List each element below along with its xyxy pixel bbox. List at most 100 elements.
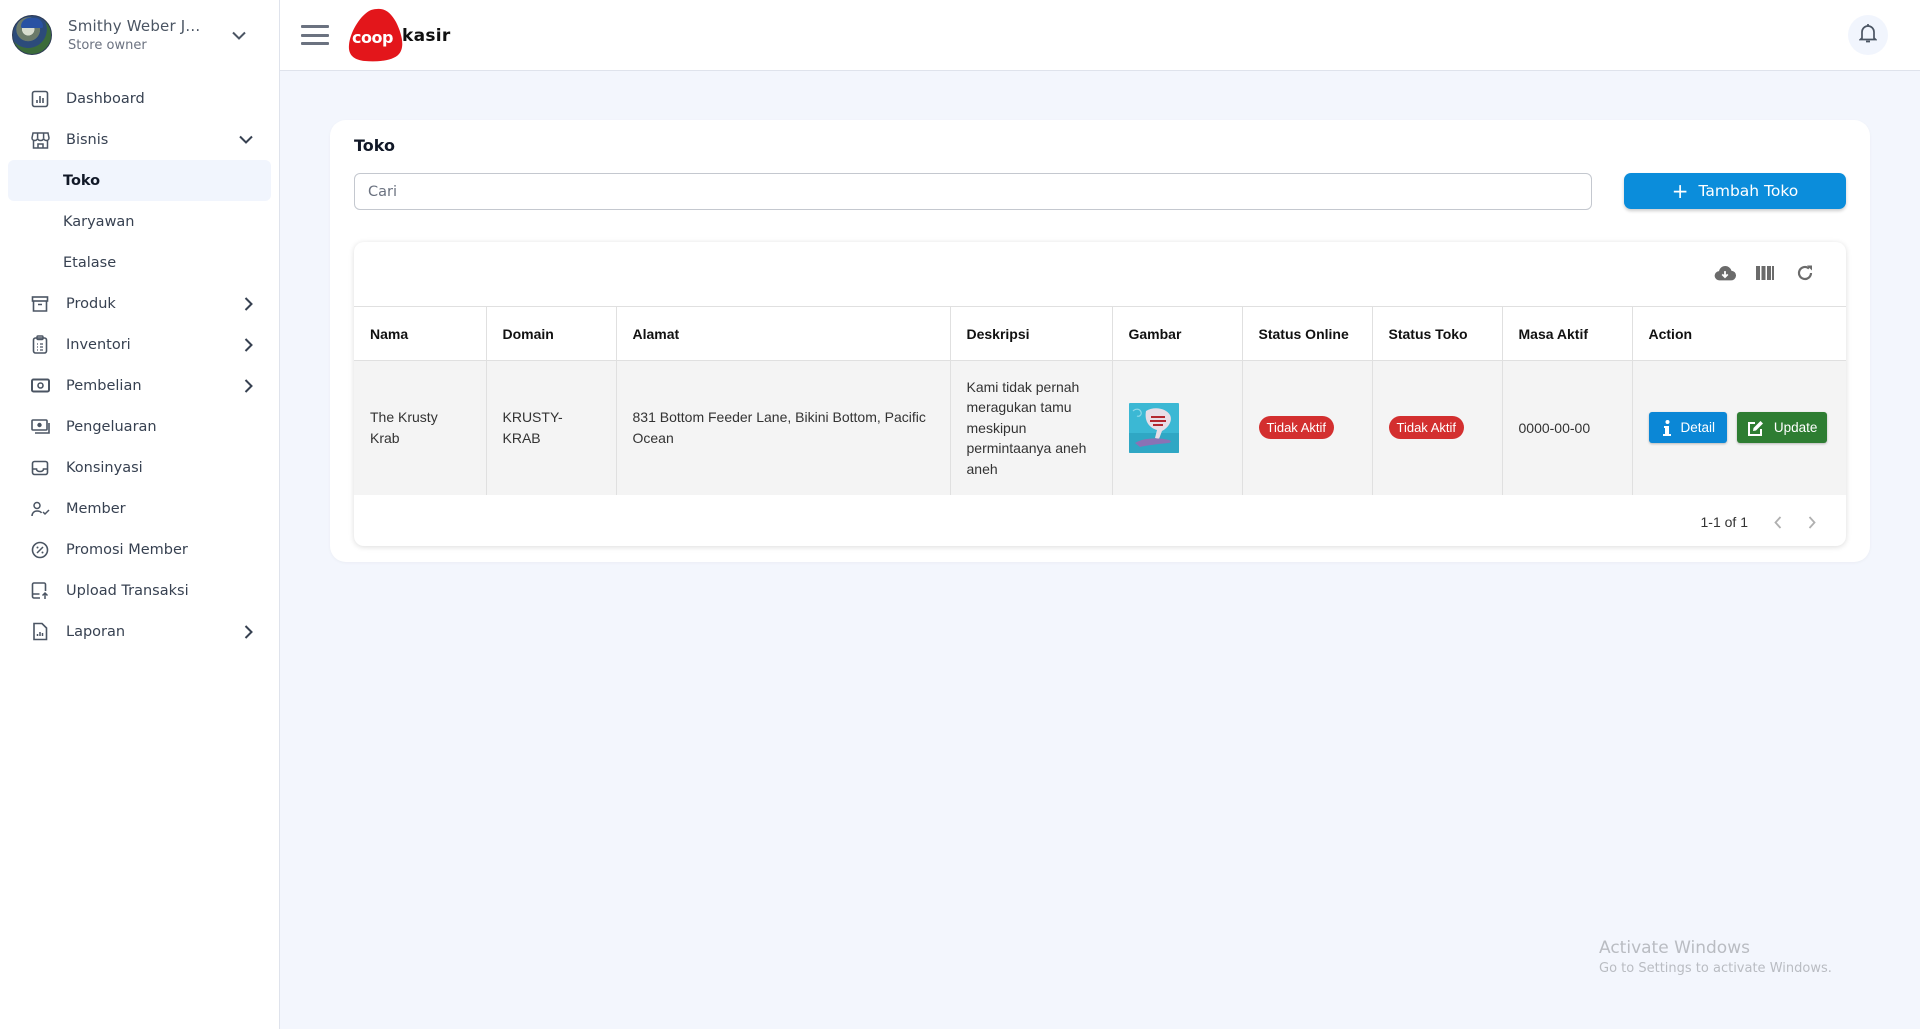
chart-icon <box>30 89 50 109</box>
add-toko-button[interactable]: + Tambah Toko <box>1624 173 1846 209</box>
inbox-icon <box>30 458 50 478</box>
add-toko-label: Tambah Toko <box>1698 182 1799 200</box>
cell-deskripsi: Kami tidak pernah meragukan tamu meskipu… <box>950 360 1113 495</box>
search-input[interactable] <box>354 173 1592 210</box>
table-row: The Krusty Krab KRUSTY-KRAB 831 Bottom F… <box>354 360 1846 495</box>
sidebar-item-promosi-member[interactable]: Promosi Member <box>0 529 279 570</box>
watermark-subtitle: Go to Settings to activate Windows. <box>1599 961 1832 976</box>
sidebar-item-laporan[interactable]: Laporan <box>0 611 279 652</box>
column-header-domain[interactable]: Domain <box>486 306 617 361</box>
cell-status-online: Tidak Aktif <box>1242 360 1373 495</box>
cell-action: Detail Update <box>1632 360 1846 495</box>
avatar <box>12 15 52 55</box>
notification-button[interactable] <box>1848 15 1888 55</box>
column-header-action: Action <box>1632 306 1846 361</box>
chevron-right-icon <box>244 337 253 352</box>
cell-masa-aktif: 0000-00-00 <box>1502 360 1633 495</box>
windows-activation-watermark: Activate Windows Go to Settings to activ… <box>1599 938 1832 976</box>
sidebar-item-label: Promosi Member <box>66 541 188 558</box>
sidebar-item-konsinyasi[interactable]: Konsinyasi <box>0 447 279 488</box>
cell-status-toko: Tidak Aktif <box>1372 360 1503 495</box>
chevron-down-icon[interactable] <box>225 31 253 40</box>
sidebar-nav: Dashboard Bisnis Toko Karyawan Etalase P… <box>0 78 279 652</box>
column-header-masa-aktif[interactable]: Masa Aktif <box>1502 306 1633 361</box>
discount-icon <box>30 540 50 560</box>
sidebar-item-label: Member <box>66 500 126 517</box>
logo[interactable]: coop kasir <box>347 5 451 65</box>
chevron-right-icon <box>1808 515 1816 529</box>
cloud-download-icon[interactable] <box>1714 262 1736 284</box>
cell-nama: The Krusty Krab <box>354 360 487 495</box>
chevron-left-icon <box>1774 515 1782 529</box>
chevron-right-icon <box>244 296 253 311</box>
column-header-status-toko[interactable]: Status Toko <box>1372 306 1503 361</box>
status-toko-badge: Tidak Aktif <box>1388 416 1464 440</box>
sidebar-item-label: Pengeluaran <box>66 418 157 435</box>
column-header-deskripsi[interactable]: Deskripsi <box>950 306 1113 361</box>
sidebar-item-dashboard[interactable]: Dashboard <box>0 78 279 119</box>
sidebar-subitem-karyawan[interactable]: Karyawan <box>8 201 271 242</box>
sidebar-item-produk[interactable]: Produk <box>0 283 279 324</box>
update-label: Update <box>1773 420 1818 436</box>
sidebar-item-upload-transaksi[interactable]: Upload Transaksi <box>0 570 279 611</box>
info-icon <box>1662 419 1671 436</box>
sidebar: Smithy Weber J... Store owner Dashboard … <box>0 0 280 1029</box>
sidebar-item-label: Inventori <box>66 336 131 353</box>
toko-table-container: Nama Domain Alamat Deskripsi Gambar Stat… <box>354 242 1846 546</box>
detail-label: Detail <box>1680 420 1716 436</box>
logo-text-kasir: kasir <box>402 26 451 46</box>
sidebar-item-member[interactable]: Member <box>0 488 279 529</box>
toko-table: Nama Domain Alamat Deskripsi Gambar Stat… <box>354 306 1846 495</box>
table-header-row: Nama Domain Alamat Deskripsi Gambar Stat… <box>354 306 1846 361</box>
hamburger-icon <box>301 25 329 28</box>
sidebar-item-label: Pembelian <box>66 377 142 394</box>
bell-icon <box>1858 23 1878 47</box>
plus-icon: + <box>1671 179 1689 203</box>
chevron-right-icon <box>244 624 253 639</box>
sidebar-item-label: Dashboard <box>66 90 145 107</box>
next-page-button[interactable] <box>1808 515 1816 529</box>
page-title: Toko <box>354 136 395 155</box>
sidebar-item-label: Konsinyasi <box>66 459 143 476</box>
status-online-badge: Tidak Aktif <box>1258 416 1334 440</box>
clipboard-icon <box>30 335 50 355</box>
sidebar-item-bisnis[interactable]: Bisnis <box>0 119 279 160</box>
sidebar-item-label: Laporan <box>66 623 126 640</box>
sidebar-item-pengeluaran[interactable]: Pengeluaran <box>0 406 279 447</box>
user-name: Smithy Weber J... <box>68 17 201 35</box>
column-header-alamat[interactable]: Alamat <box>616 306 951 361</box>
chevron-down-icon <box>239 135 253 144</box>
pagination: 1-1 of 1 <box>1701 514 1816 530</box>
sidebar-item-inventori[interactable]: Inventori <box>0 324 279 365</box>
sidebar-item-label: Produk <box>66 295 116 312</box>
store-icon <box>30 130 50 150</box>
user-role: Store owner <box>68 38 147 53</box>
toko-card: Toko + Tambah Toko Nama Domain Alamat <box>330 120 1870 562</box>
upload-icon <box>30 581 50 601</box>
watermark-title: Activate Windows <box>1599 938 1750 958</box>
column-header-status-online[interactable]: Status Online <box>1242 306 1373 361</box>
sidebar-item-pembelian[interactable]: Pembelian <box>0 365 279 406</box>
pagination-range: 1-1 of 1 <box>1700 514 1748 530</box>
columns-icon[interactable] <box>1754 262 1776 284</box>
chevron-right-icon <box>244 378 253 393</box>
user-check-icon <box>30 499 50 519</box>
menu-toggle-button[interactable] <box>301 25 329 45</box>
update-button[interactable]: Update <box>1736 412 1828 444</box>
cell-gambar <box>1112 360 1243 495</box>
logo-blob: coop <box>347 7 405 63</box>
column-header-nama[interactable]: Nama <box>354 306 487 361</box>
topbar: coop kasir <box>280 0 1920 71</box>
detail-button[interactable]: Detail <box>1648 412 1728 444</box>
column-header-gambar[interactable]: Gambar <box>1112 306 1243 361</box>
sidebar-subitem-toko[interactable]: Toko <box>8 160 271 201</box>
store-thumbnail-image[interactable] <box>1128 402 1179 453</box>
report-icon <box>30 622 50 642</box>
prev-page-button[interactable] <box>1774 515 1782 529</box>
refresh-icon[interactable] <box>1794 262 1816 284</box>
archive-icon <box>30 294 50 314</box>
user-profile[interactable]: Smithy Weber J... Store owner <box>0 0 279 70</box>
sidebar-subitem-etalase[interactable]: Etalase <box>8 242 271 283</box>
cell-alamat: 831 Bottom Feeder Lane, Bikini Bottom, P… <box>616 360 951 495</box>
cash-icon <box>30 417 50 437</box>
